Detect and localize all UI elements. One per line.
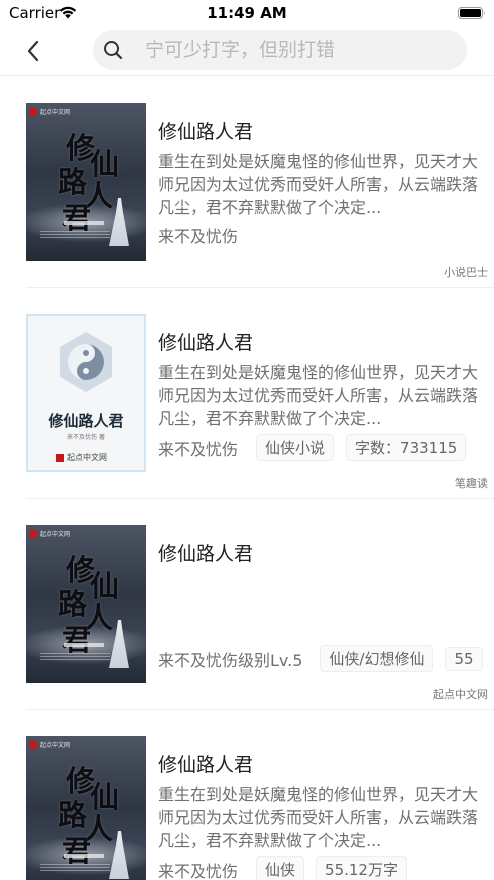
battery-icon xyxy=(458,7,485,19)
book-cover: 起点中文网 修 仙 路 人 君 xyxy=(26,525,146,683)
search-input[interactable] xyxy=(145,30,445,70)
book-source: 小说巴士 xyxy=(444,266,488,279)
book-title: 修仙路人君 xyxy=(158,543,254,565)
book-source: 笔趣读 xyxy=(455,477,488,490)
book-meta: 来不及忧伤 仙侠 55.12万字 xyxy=(158,856,419,880)
book-tag: 仙侠 xyxy=(256,856,305,880)
status-bar: Carrier 11:49 AM xyxy=(0,0,494,26)
search-icon xyxy=(104,41,123,60)
book-cover: 起点中文网 修 仙 路 人 君 xyxy=(26,103,146,261)
book-tag: 仙侠小说 xyxy=(256,434,335,461)
book-tag: 55.12万字 xyxy=(316,856,407,880)
book-source: 起点中文网 xyxy=(433,688,488,701)
book-description: 重生在到处是妖魔鬼怪的修仙世界，见天才大师兄因为太过优秀而受奸人所害，从云端跌落… xyxy=(158,152,478,217)
book-description: 重生在到处是妖魔鬼怪的修仙世界，见天才大师兄因为太过优秀而受奸人所害，从云端跌落… xyxy=(158,785,478,850)
book-item[interactable]: 修仙路人君 来不及忧伤 著 起点中文网 修仙路人君 重生在到处是妖魔鬼怪的修仙世… xyxy=(0,288,494,499)
book-cover: 起点中文网 修 仙 路 人 君 xyxy=(26,736,146,880)
book-title: 修仙路人君 xyxy=(158,121,254,143)
book-author: 来不及忧伤 xyxy=(158,227,239,246)
book-title: 修仙路人君 xyxy=(158,754,254,776)
book-tag: 仙侠/幻想修仙 xyxy=(320,645,434,672)
yin-yang-emblem-icon xyxy=(60,332,112,392)
search-box[interactable] xyxy=(93,30,467,70)
book-author: 来不及忧伤 xyxy=(158,861,239,880)
nav-bar xyxy=(0,26,494,76)
book-tag: 55 xyxy=(445,646,483,671)
book-title: 修仙路人君 xyxy=(158,332,254,354)
book-item[interactable]: 起点中文网 修 仙 路 人 君 修仙路人君 重生在到处是妖魔鬼怪的修仙世界，见天… xyxy=(0,77,494,288)
book-cover: 修仙路人君 来不及忧伤 著 起点中文网 xyxy=(26,314,146,472)
chevron-left-icon xyxy=(27,40,39,62)
book-author: 来不及忧伤 xyxy=(158,439,239,459)
book-meta: 来不及忧伤 仙侠小说 字数：733115 xyxy=(158,434,478,461)
book-tag: 字数：733115 xyxy=(346,434,467,461)
book-meta: 来不及忧伤级别Lv.5 仙侠/幻想修仙 55 xyxy=(158,645,494,672)
book-description: 重生在到处是妖魔鬼怪的修仙世界，见天才大师兄因为太过优秀而受奸人所害，从云端跌落… xyxy=(158,363,478,428)
book-item[interactable]: 起点中文网 修 仙 路 人 君 修仙路人君 来不及忧伤级别Lv.5 仙侠/幻想修… xyxy=(0,499,494,710)
book-item[interactable]: 起点中文网 修 仙 路 人 君 修仙路人君 重生在到处是妖魔鬼怪的修仙世界，见天… xyxy=(0,710,494,880)
back-button[interactable] xyxy=(18,36,48,66)
book-meta: 来不及忧伤 xyxy=(158,223,256,247)
status-time: 11:49 AM xyxy=(207,4,287,22)
book-author: 来不及忧伤级别Lv.5 xyxy=(158,650,303,670)
